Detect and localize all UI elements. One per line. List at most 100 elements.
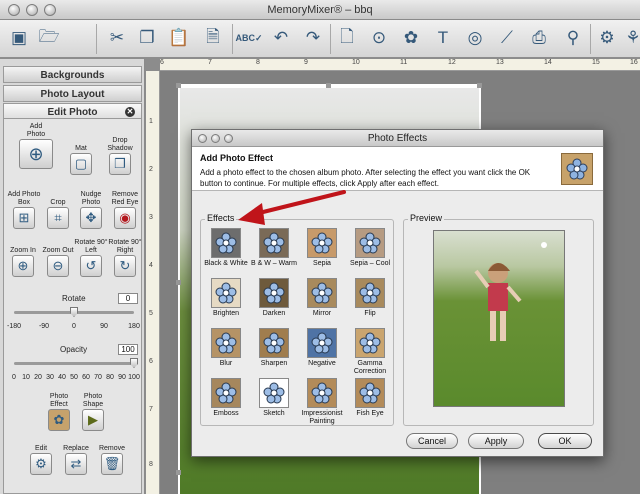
flower-icon [307,228,337,258]
ruler-number: 7 [149,406,153,413]
drop-shadow-label: Drop Shadow [107,137,133,152]
dialog-close-button[interactable] [198,134,207,143]
paste-icon[interactable]: 📋 [166,25,192,51]
flower-icon: ✿ [48,409,70,431]
album-icon[interactable]: ▣ [6,25,32,51]
rotate-left-tool[interactable]: Rotate 90° Left ↺ [74,239,108,277]
opacity-slider-knob[interactable] [130,358,138,368]
resize-handle[interactable] [176,280,181,285]
effect-sketch[interactable]: Sketch [249,378,299,418]
embellishment-icon[interactable]: ✿ [398,25,424,51]
effect-label: Flip [364,310,376,317]
effect-sepia-cool[interactable]: Sepia – Cool [345,228,395,268]
zoom-out-tool[interactable]: Zoom Out ⊖ [40,247,76,277]
effect-label: B & W – Warm [250,260,298,267]
add-photo-box-tool[interactable]: Add Photo Box ⊞ [6,191,42,229]
replace-label: Replace [63,445,89,452]
effect-flip[interactable]: Flip [345,278,395,318]
effect-mirror[interactable]: Mirror [297,278,347,318]
effect-darken[interactable]: Darken [249,278,299,318]
tick-label: 20 [34,374,42,381]
tab-photo-layout[interactable]: Photo Layout [3,85,142,102]
copy-icon[interactable]: ❐ [134,25,160,51]
effect-fish-eye[interactable]: Fish Eye [345,378,395,418]
cut-icon[interactable]: ✂ [104,25,130,51]
ruler-icon[interactable]: ⟋ [494,25,520,51]
effect-label: Brighten [212,310,240,317]
tick-label: 0 [72,323,76,330]
add-photo-tool[interactable]: Add Photo ⊕ [14,123,58,169]
clipboard-icon[interactable]: 🗎 [200,25,226,51]
effect-brighten[interactable]: Brighten [201,278,251,318]
effect-negative[interactable]: Negative [297,328,347,368]
mat-tool[interactable]: Mat ▢ [64,145,98,175]
cancel-button[interactable]: Cancel [406,433,458,449]
flower-icon [259,378,289,408]
apply-button[interactable]: Apply [468,433,524,449]
effect-b-w-warm[interactable]: B & W – Warm [249,228,299,268]
flower-icon [355,278,385,308]
spellcheck-icon[interactable]: ABC✓ [235,25,262,51]
replace-tool[interactable]: Replace ⇄ [58,445,94,475]
opacity-value-field[interactable]: 100 [118,344,138,355]
zoom-out-icon: ⊖ [47,255,69,277]
tick-label: 40 [58,374,66,381]
window-titlebar: MemoryMixer® – bbq [0,0,640,20]
redo-icon[interactable]: ↷ [300,25,326,51]
dialog-zoom-button[interactable] [224,134,233,143]
trash-icon: 🗑 [101,453,123,475]
photo-shape-tool[interactable]: Photo Shape ▶ [76,393,110,431]
page-icon[interactable]: 🗋 [334,25,360,51]
mixer-icon[interactable]: ⚙ [594,25,620,51]
ruler-number: 3 [149,214,153,221]
resize-handle[interactable] [477,83,482,88]
dialog-minimize-button[interactable] [211,134,220,143]
camera-icon[interactable]: ⊙ [366,25,392,51]
rotate-value-field[interactable]: 0 [118,293,138,304]
share-icon[interactable]: ⚲ [560,25,586,51]
film-icon[interactable]: ◎ [462,25,488,51]
opacity-slider-track[interactable] [14,362,134,365]
resize-handle[interactable] [176,470,181,475]
resize-handle[interactable] [326,83,331,88]
ok-button[interactable]: OK [538,433,592,449]
edit-tool[interactable]: Edit ⚙ [24,445,58,475]
effect-emboss[interactable]: Emboss [201,378,251,418]
drop-shadow-tool[interactable]: Drop Shadow ❒ [100,137,140,175]
add-photo-label: Add Photo [26,123,46,138]
remove-red-eye-tool[interactable]: Remove Red Eye ◉ [108,191,142,229]
ruler-number: 16 [630,59,638,66]
tick-label: 90 [118,374,126,381]
rotate-right-tool[interactable]: Rotate 90° Right ↻ [108,239,142,277]
close-icon[interactable]: ✕ [125,107,135,117]
flower-icon [259,278,289,308]
rotate-slider-knob[interactable] [70,307,78,317]
cart-icon[interactable]: ⚘ [620,25,640,51]
ruler-number: 6 [149,358,153,365]
effect-sepia[interactable]: Sepia [297,228,347,268]
remove-tool[interactable]: Remove 🗑 [94,445,130,475]
tick-label: 10 [22,374,30,381]
flower-icon [307,278,337,308]
effect-gamma-correction[interactable]: Gamma Correction [345,328,395,376]
zoom-in-tool[interactable]: Zoom In ⊕ [6,247,40,277]
nudge-photo-tool[interactable]: Nudge Photo ✥ [74,191,108,229]
effect-black-white[interactable]: Black & White [201,228,251,268]
tick-label: 90 [100,323,108,330]
undo-icon[interactable]: ↶ [268,25,294,51]
zoom-in-icon: ⊕ [12,255,34,277]
effect-impressionist-painting[interactable]: Impressionist Painting [297,378,347,426]
effect-blur[interactable]: Blur [201,328,251,368]
open-folder-icon[interactable]: 🗁 [36,25,62,51]
effect-sharpen[interactable]: Sharpen [249,328,299,368]
print-icon[interactable]: ⎙ [526,25,552,51]
ruler-number: 11 [400,59,408,66]
horizontal-ruler: 6 7 8 9 10 11 12 13 14 15 16 [160,59,640,71]
crop-tool[interactable]: Crop ⌗ [42,199,74,229]
photo-effect-tool[interactable]: Photo Effect ✿ [42,393,76,431]
tick-label: 180 [128,323,140,330]
ruler-number: 15 [592,59,600,66]
resize-handle[interactable] [176,83,181,88]
tab-backgrounds[interactable]: Backgrounds [3,66,142,83]
text-icon[interactable]: T [430,25,456,51]
